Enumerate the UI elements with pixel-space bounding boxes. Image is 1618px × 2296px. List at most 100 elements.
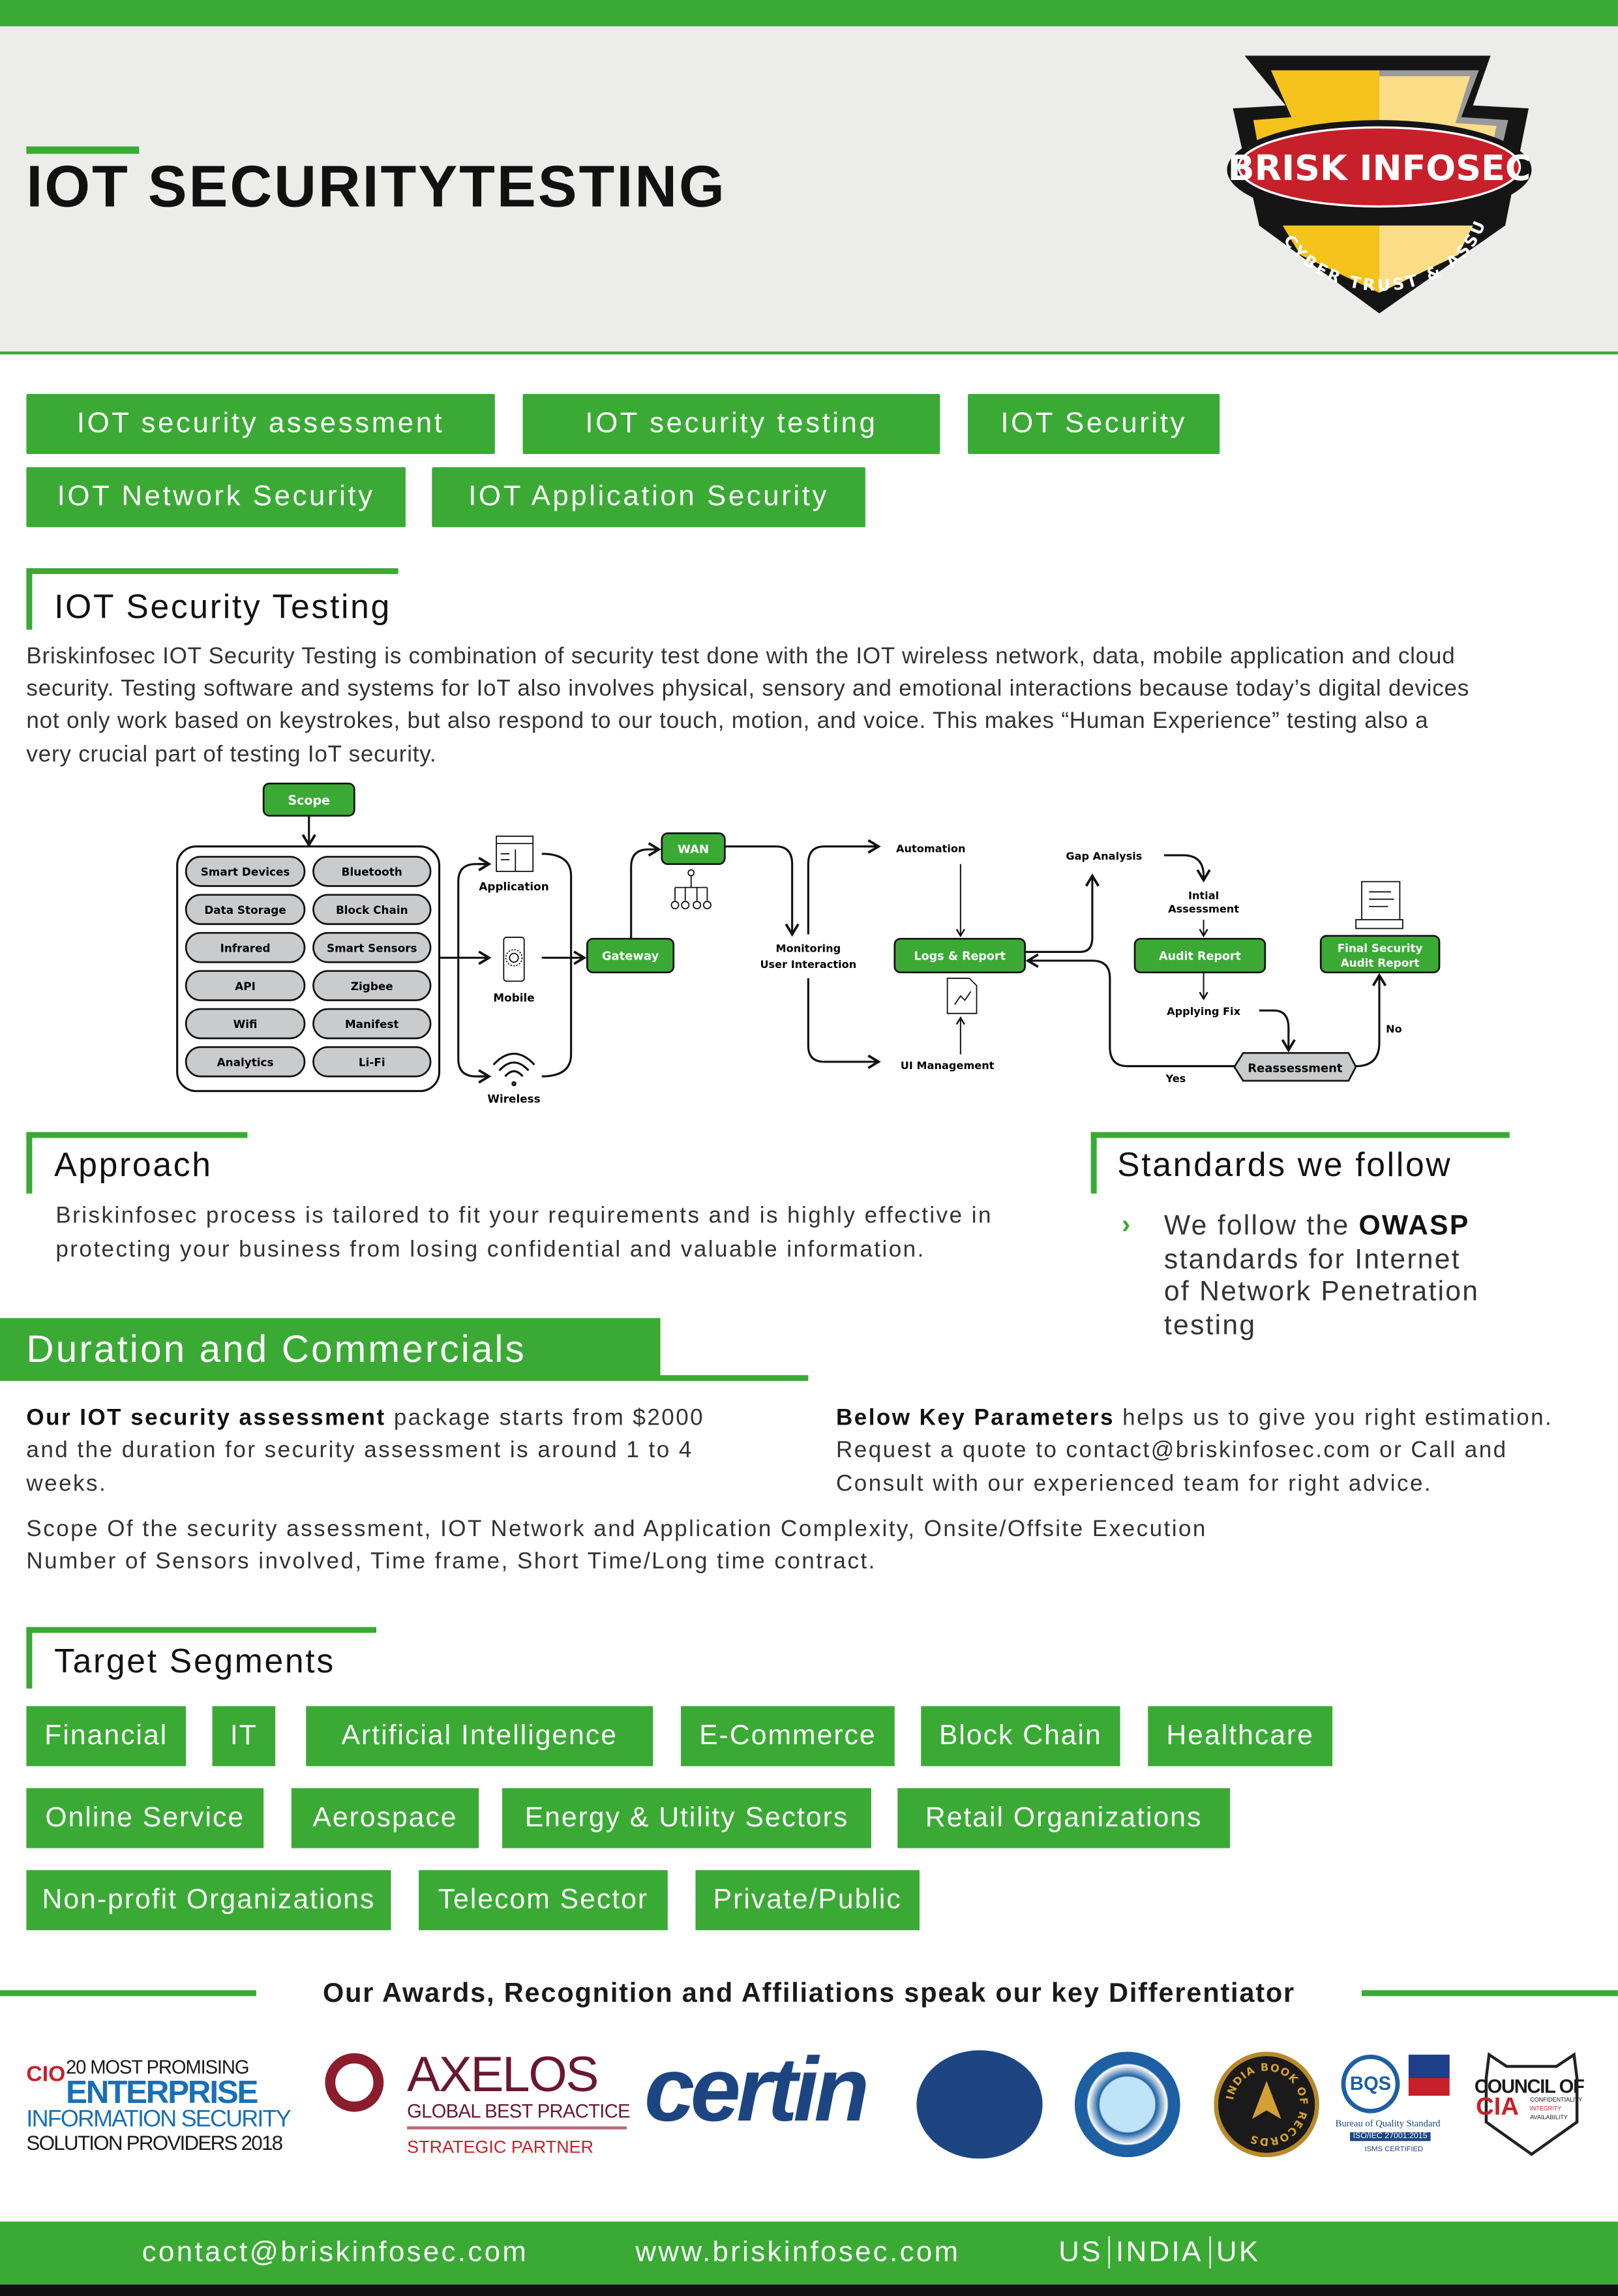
approach-line: Briskinfosec process is tailored to fit …	[55, 1203, 993, 1229]
duration-left-text: package starts from $2000	[385, 1406, 705, 1431]
approach-title: Approach	[54, 1145, 213, 1184]
final-report-label-1: Final Security	[1338, 941, 1423, 954]
standards-line: testing	[1163, 1310, 1257, 1342]
certin-logo: certin	[644, 2040, 1043, 2165]
applying-fix-label: Applying Fix	[1167, 1005, 1241, 1018]
segment-online-service[interactable]: Online Service	[26, 1788, 264, 1849]
page-title: IOT SECURITYTESTING	[26, 155, 727, 220]
monitoring-label: Monitoring	[776, 942, 841, 954]
segment-energy-utility[interactable]: Energy & Utility Sectors	[502, 1788, 871, 1849]
duration-left-bold: Our IOT security assessment	[26, 1406, 386, 1431]
gap-analysis-label: Gap Analysis	[1066, 850, 1142, 862]
region-us: US	[1058, 2236, 1103, 2269]
scope-item-label: Smart Devices	[201, 866, 290, 879]
duration-scope-line: Scope Of the security assessment, IOT Ne…	[26, 1517, 1207, 1543]
tag-iot-network-security[interactable]: IOT Network Security	[26, 467, 406, 528]
chevron-right-icon: ›	[1121, 1209, 1131, 1239]
scope-item-label: Infrared	[220, 941, 271, 954]
iot-testing-process-diagram: Scope Smart Devices Bluetooth Data Storage…	[176, 782, 1441, 1106]
top-accent-bar	[0, 0, 1618, 27]
approach-line: protecting your business from losing con…	[55, 1237, 925, 1263]
duration-left-line: weeks.	[26, 1472, 108, 1497]
tag-iot-security-testing[interactable]: IOT security testing	[522, 393, 940, 455]
council-of-cia-logo: COUNCIL OF CIA CONFIDENTIALITY INTEGRITY…	[1471, 2052, 1591, 2158]
channel-application: Application	[479, 880, 548, 893]
tag-iot-application-security[interactable]: IOT Application Security	[432, 467, 865, 528]
standards-lead: We follow the	[1163, 1211, 1359, 1242]
awards-rule-right	[1362, 1990, 1618, 1997]
channel-mobile: Mobile	[493, 991, 534, 1004]
reassessment-label: Reassessment	[1248, 1061, 1343, 1075]
footer-email-link[interactable]: contact@briskinfosec.com	[142, 2236, 528, 2270]
standards-owasp: OWASP	[1358, 1211, 1470, 1242]
awards-title: Our Awards, Recognition and Affiliations…	[322, 1977, 1295, 2008]
scope-item-label: Li-Fi	[359, 1056, 385, 1069]
scope-item-label: Wifi	[233, 1018, 258, 1031]
bqs-certification-logo: BQS Bureau of Quality Standard ISO/IEC 2…	[1336, 2052, 1459, 2158]
tag-iot-security-assessment[interactable]: IOT security assessment	[26, 393, 495, 455]
wireless-icon	[492, 1052, 535, 1087]
india-book-of-records-seal: INDIA BOOK OF RECORDS	[1214, 2051, 1319, 2158]
segment-non-profit[interactable]: Non-profit Organizations	[26, 1870, 391, 1931]
logo-name: BRISK INFOSEC	[1228, 147, 1531, 189]
segment-financial[interactable]: Financial	[26, 1706, 187, 1766]
duration-right-line: Request a quote to contact@briskinfosec.…	[836, 1438, 1508, 1463]
awards-rule-left	[0, 1990, 256, 1997]
segments-title: Target Segments	[54, 1641, 335, 1680]
scope-item-label: Zigbee	[351, 980, 393, 993]
duration-right-line: Consult with our experienced team for ri…	[836, 1472, 1433, 1497]
automation-label: Automation	[896, 843, 965, 855]
duration-right-bold: Below Key Parameters	[836, 1406, 1115, 1431]
no-label: No	[1386, 1023, 1402, 1035]
scope-item-label: Data Storage	[204, 903, 286, 916]
duration-title: Duration and Commercials	[26, 1327, 526, 1371]
duration-left-line: and the duration for security assessment…	[26, 1438, 693, 1463]
audit-document-icon	[1355, 881, 1403, 929]
scope-item-label: Manifest	[345, 1018, 399, 1031]
segment-ai[interactable]: Artificial Intelligence	[306, 1706, 653, 1766]
user-interaction-label: User Interaction	[760, 958, 856, 971]
scope-item-label: API	[235, 980, 256, 993]
title-accent	[26, 146, 140, 154]
segment-healthcare[interactable]: Healthcare	[1148, 1706, 1333, 1766]
segment-aerospace[interactable]: Aerospace	[291, 1788, 479, 1849]
segment-retail[interactable]: Retail Organizations	[897, 1788, 1230, 1849]
footer-regions: US INDIA UK	[1058, 2236, 1260, 2270]
region-uk: UK	[1216, 2236, 1261, 2269]
segment-telecom[interactable]: Telecom Sector	[419, 1870, 668, 1931]
segment-ecommerce[interactable]: E-Commerce	[681, 1706, 895, 1766]
standards-title: Standards we follow	[1117, 1145, 1452, 1184]
initial-label: Intial	[1188, 890, 1219, 902]
assessment-label: Assessment	[1168, 903, 1239, 915]
report-document-icon	[946, 977, 978, 1014]
segment-it[interactable]: IT	[212, 1706, 276, 1766]
ui-management-label: UI Management	[901, 1059, 995, 1072]
intro-line: Briskinfosec IOT Security Testing is com…	[26, 644, 1456, 670]
channel-wireless: Wireless	[487, 1093, 540, 1106]
intro-line: not only work based on keystrokes, but a…	[26, 708, 1429, 734]
cio-review-award-logo: 20 MOST PROMISING ENTERPRISE INFORMATION…	[26, 2056, 291, 2154]
scope-item-label: Smart Sensors	[327, 941, 417, 954]
scope-item-label: Analytics	[217, 1056, 274, 1069]
page: IOT SECURITYTESTING BRISK INFOSEC CYBER …	[0, 0, 1618, 2296]
segment-private-public[interactable]: Private/Public	[695, 1870, 920, 1931]
segment-block-chain[interactable]: Block Chain	[921, 1706, 1120, 1766]
footer-website-link[interactable]: www.briskinfosec.com	[635, 2236, 960, 2270]
standards-line: standards for Internet	[1163, 1245, 1461, 1276]
intro-line: very crucial part of testing IoT securit…	[26, 742, 437, 768]
tag-iot-security[interactable]: IOT Security	[968, 393, 1220, 455]
wan-label: WAN	[678, 843, 709, 856]
axelos-partner-logo: AXELOS GLOBAL BEST PRACTICE STRATEGIC PA…	[325, 2047, 632, 2160]
intro-title: IOT Security Testing	[54, 587, 392, 626]
intro-line: security. Testing software and systems f…	[26, 676, 1470, 702]
logs-report-label: Logs & Report	[914, 950, 1006, 963]
brisk-infosec-logo: BRISK INFOSEC CYBER TRUST & ASSURANCE	[1227, 50, 1532, 314]
gateway-label: Gateway	[602, 950, 659, 963]
audit-report-label: Audit Report	[1159, 950, 1241, 963]
cyber-defence-research-seal	[1074, 2051, 1180, 2158]
final-report-label-2: Audit Report	[1341, 956, 1420, 969]
scope-item-label: Block Chain	[336, 903, 408, 916]
scope-item-label: Bluetooth	[342, 866, 402, 879]
duration-right-text: helps us to give you right estimation.	[1114, 1406, 1553, 1431]
footer-bottom-strip	[0, 2284, 1618, 2296]
